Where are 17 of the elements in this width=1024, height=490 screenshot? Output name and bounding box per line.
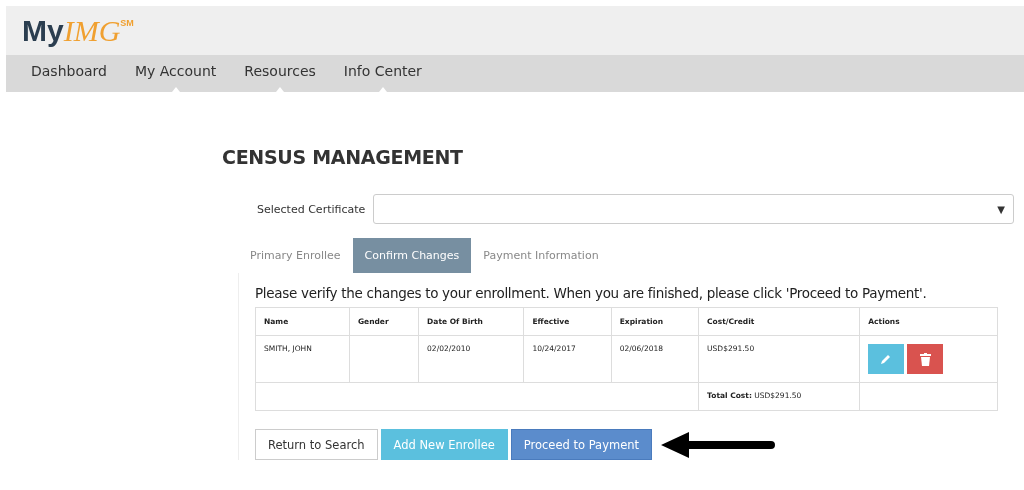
page-title: CENSUS MANAGEMENT xyxy=(222,146,464,168)
trash-icon xyxy=(919,352,931,366)
field-label: Selected Certificate xyxy=(257,202,366,216)
table-cell xyxy=(349,335,419,383)
tab[interactable]: Primary Enrollee xyxy=(238,238,353,273)
nav-link[interactable]: Dashboard xyxy=(31,62,107,80)
action-button[interactable]: Return to Search xyxy=(255,429,378,460)
certificate-select[interactable]: ▼ xyxy=(373,194,1014,224)
instructions-text: Please verify the changes to your enrollment. When you are finished, please click 'Proceed to Payment'. xyxy=(255,285,928,301)
pencil-icon xyxy=(880,353,893,365)
nav-link[interactable]: Info Center xyxy=(343,62,422,80)
tab[interactable]: Payment Information xyxy=(471,238,611,273)
edit-button[interactable] xyxy=(868,344,905,374)
nav-link[interactable]: Resources xyxy=(244,62,316,80)
delete-button[interactable] xyxy=(907,344,944,374)
arrow-icon xyxy=(659,429,778,460)
nav-link[interactable]: My Account xyxy=(134,62,217,80)
